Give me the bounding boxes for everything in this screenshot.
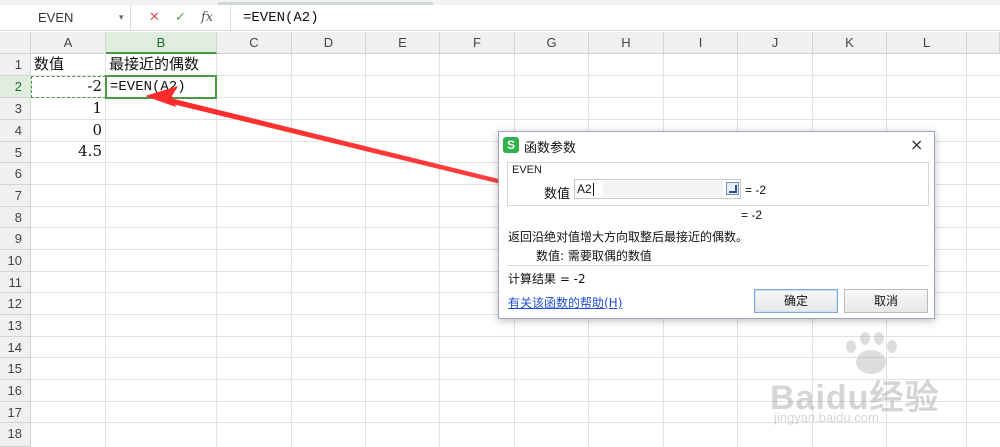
column-header-d[interactable]: D xyxy=(292,32,366,54)
column-header-b[interactable]: B xyxy=(106,32,217,54)
argument-label: 数值 xyxy=(544,187,571,202)
watermark-url: jingyan.baidu.com xyxy=(774,410,879,425)
watermark: Baidu经验 jingyan.baidu.com xyxy=(770,330,995,440)
wps-logo-icon: S xyxy=(503,137,519,153)
column-header-k[interactable]: K xyxy=(813,32,887,54)
confirm-icon[interactable]: ✓ xyxy=(175,10,186,25)
column-header-j[interactable]: J xyxy=(738,32,813,54)
gridline xyxy=(365,54,366,447)
parameter-description: 数值: 需要取偶的数值 xyxy=(536,249,652,263)
name-box[interactable]: EVEN ▾ xyxy=(0,5,131,31)
cell-a1[interactable]: 数值 xyxy=(32,54,105,75)
name-box-value: EVEN xyxy=(38,10,74,25)
select-all-corner[interactable] xyxy=(0,32,31,54)
function-name: EVEN xyxy=(512,164,542,176)
row-header-16[interactable]: 16 xyxy=(0,380,31,402)
dialog-titlebar[interactable]: S 函数参数 × xyxy=(499,132,934,158)
column-header-f[interactable]: F xyxy=(440,32,515,54)
formula-text: =EVEN(A2) xyxy=(243,10,319,26)
column-header-m[interactable] xyxy=(967,32,1000,54)
row-header-15[interactable]: 15 xyxy=(0,358,31,380)
row-header-7[interactable]: 7 xyxy=(0,185,31,207)
formula-result: = -2 xyxy=(741,208,763,222)
text-caret xyxy=(593,183,594,196)
cancel-icon[interactable]: ✕ xyxy=(149,10,160,25)
row-header-11[interactable]: 11 xyxy=(0,272,31,293)
argument-value: A2 xyxy=(577,182,592,196)
formula-input[interactable]: =EVEN(A2) xyxy=(230,5,1000,31)
formula-tools: ✕ ✓ fx xyxy=(140,5,220,31)
insert-function-icon[interactable]: fx xyxy=(201,10,213,25)
column-header-c[interactable]: C xyxy=(217,32,292,54)
row-header-14[interactable]: 14 xyxy=(0,337,31,358)
column-header-a[interactable]: A xyxy=(31,32,106,54)
gridline xyxy=(291,54,292,447)
cell-a5[interactable]: 4.5 xyxy=(32,141,104,162)
gridline xyxy=(105,54,106,447)
row-header-6[interactable]: 6 xyxy=(0,163,31,185)
column-header-i[interactable]: I xyxy=(664,32,738,54)
column-header-h[interactable]: H xyxy=(589,32,664,54)
argument-input[interactable]: A2 xyxy=(574,179,741,199)
cancel-button[interactable]: 取消 xyxy=(844,289,928,313)
cell-b2-formula: =EVEN(A2) xyxy=(110,79,186,95)
function-description: 返回沿绝对值增大方向取整后最接近的偶数。 xyxy=(508,230,749,244)
gridline xyxy=(216,54,217,447)
gridline xyxy=(31,119,1000,120)
column-header-e[interactable]: E xyxy=(366,32,440,54)
collapse-dialog-icon[interactable] xyxy=(726,182,739,195)
help-link[interactable]: 有关该函数的帮助(H) xyxy=(508,294,622,311)
row-header-12[interactable]: 12 xyxy=(0,293,31,315)
cell-a4[interactable]: 0 xyxy=(32,120,104,141)
row-header-8[interactable]: 8 xyxy=(0,207,31,228)
gridline xyxy=(439,54,440,447)
column-header-g[interactable]: G xyxy=(515,32,589,54)
divider xyxy=(507,265,929,266)
row-header-5[interactable]: 5 xyxy=(0,142,31,163)
function-arguments-dialog[interactable]: S 函数参数 × EVEN 数值 A2 = -2 = -2 返回沿绝对值增大方向… xyxy=(498,131,935,319)
row-header-4[interactable]: 4 xyxy=(0,120,31,142)
row-header-18[interactable]: 18 xyxy=(0,423,31,447)
row-header-10[interactable]: 10 xyxy=(0,250,31,272)
row-header-13[interactable]: 13 xyxy=(0,315,31,337)
formula-bar: EVEN ▾ ✕ ✓ fx =EVEN(A2) xyxy=(0,0,1000,31)
row-header-9[interactable]: 9 xyxy=(0,228,31,250)
argument-result: = -2 xyxy=(745,183,767,197)
dialog-title: 函数参数 xyxy=(524,141,577,156)
cell-b1[interactable]: 最接近的偶数 xyxy=(107,54,217,75)
row-header-1[interactable]: 1 xyxy=(0,54,31,76)
row-header-2[interactable]: 2 xyxy=(0,76,31,98)
row-header-17[interactable]: 17 xyxy=(0,402,31,423)
ok-button[interactable]: 确定 xyxy=(754,289,838,313)
row-header-3[interactable]: 3 xyxy=(0,98,31,120)
chevron-down-icon[interactable]: ▾ xyxy=(119,13,124,23)
cell-a3[interactable]: 1 xyxy=(32,98,104,119)
column-header-l[interactable]: L xyxy=(887,32,967,54)
close-icon[interactable]: × xyxy=(910,135,923,154)
calculation-result: 计算结果 = -2 xyxy=(508,272,586,286)
reference-marquee xyxy=(31,76,106,98)
input-highlight xyxy=(603,181,723,197)
